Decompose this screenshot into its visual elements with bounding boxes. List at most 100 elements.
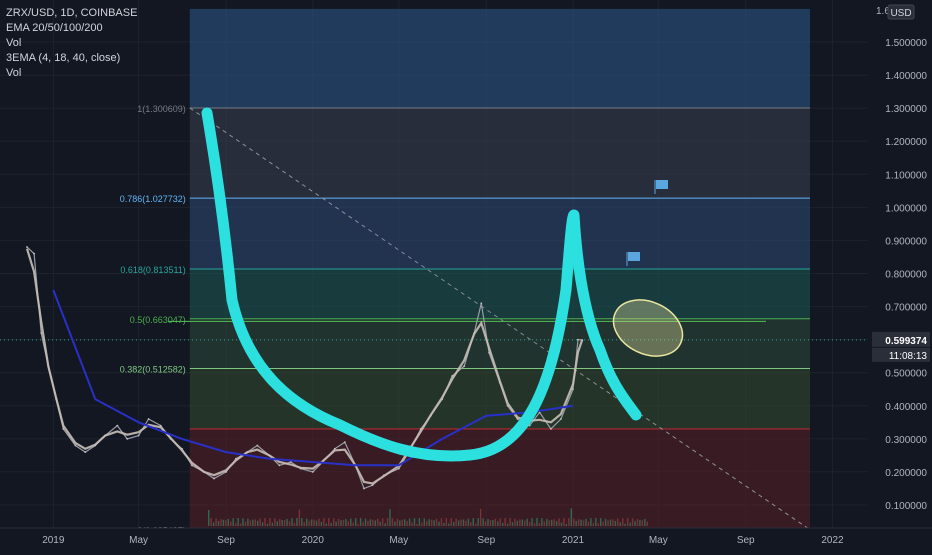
- volume-bar-76: [394, 521, 396, 526]
- volume-bar-178: [644, 518, 646, 526]
- volume-bar-14: [242, 518, 244, 526]
- volume-bar-15: [244, 521, 247, 526]
- volume-bar-154: [585, 518, 587, 526]
- volume-bar-80: [404, 519, 406, 526]
- price-point-52: [559, 418, 562, 420]
- volume-bar-160: [600, 518, 602, 526]
- volume-bar-114: [487, 519, 489, 526]
- volume-bar-64: [364, 518, 367, 526]
- volume-bar-98: [448, 523, 450, 526]
- volume-bar-164: [609, 519, 612, 526]
- volume-bar-33: [288, 521, 291, 526]
- legend-3ema[interactable]: 3EMA (4, 18, 40, close): [6, 51, 137, 66]
- volume-bar-39: [303, 522, 305, 526]
- volume-bar-122: [506, 523, 509, 526]
- volume-bar-57: [347, 521, 350, 526]
- volume-bar-29: [279, 519, 281, 526]
- volume-bar-69: [377, 518, 379, 526]
- countdown-label: 11:08:13: [889, 351, 928, 362]
- volume-bar-142: [555, 521, 558, 526]
- volume-bar-167: [617, 518, 619, 526]
- volume-bar-124: [511, 522, 514, 526]
- chart-svg[interactable]: 1(1.300609) 0.786(1.027732) 0.618(0.813511…: [0, 0, 932, 550]
- volume-bar-137: [543, 521, 546, 526]
- x-tick-label-6: 2021: [562, 535, 585, 546]
- volume-bar-105: [465, 520, 467, 526]
- volume-bar-95: [440, 518, 443, 526]
- fib-zone-1: [189, 107, 810, 199]
- volume-bar-46: [320, 522, 323, 526]
- volume-bar-129: [524, 520, 526, 526]
- volume-bar-10: [232, 518, 234, 526]
- volume-bar-35: [293, 522, 296, 526]
- volume-bar-117: [494, 519, 497, 526]
- volume-bar-86: [418, 518, 421, 526]
- y-tick-label-10: 1.100000: [885, 170, 927, 181]
- legend-vol[interactable]: Vol: [6, 36, 137, 51]
- volume-bar-153: [582, 520, 585, 526]
- volume-bar-1: [210, 518, 212, 526]
- volume-bar-141: [553, 519, 555, 526]
- volume-bar-119: [499, 518, 501, 526]
- volume-bar-43: [313, 519, 315, 526]
- x-tick-label-5: Sep: [477, 535, 495, 546]
- x-tick-label-1: May: [129, 535, 148, 546]
- volume-bar-81: [406, 520, 408, 526]
- y-tick-label-11: 1.200000: [885, 137, 927, 148]
- volume-bar-48: [325, 523, 327, 526]
- volume-bar-30: [281, 519, 283, 526]
- volume-bar-96: [443, 523, 445, 526]
- volume-bar-97: [445, 518, 448, 526]
- volume-bar-71: [381, 518, 384, 526]
- volume-bar-101: [455, 518, 457, 526]
- volume-bar-32: [286, 518, 288, 526]
- volume-bar-92: [433, 520, 435, 526]
- volume-bar-9: [230, 521, 232, 526]
- volume-bar-107: [470, 522, 472, 526]
- volume-bar-0: [208, 510, 210, 526]
- volume-bar-26: [271, 522, 274, 526]
- volume-bar-58: [350, 518, 352, 526]
- chart[interactable]: 1(1.300609) 0.786(1.027732) 0.618(0.813511…: [0, 0, 932, 550]
- legend-vol-2[interactable]: Vol: [6, 66, 137, 81]
- volume-bar-6: [222, 519, 225, 526]
- volume-bar-175: [636, 519, 639, 526]
- volume-bar-78: [399, 520, 401, 526]
- volume-bar-123: [509, 518, 511, 526]
- volume-bar-139: [548, 520, 550, 526]
- volume-bar-140: [551, 519, 553, 526]
- x-tick-label-2: Sep: [217, 535, 235, 546]
- legend-ema[interactable]: EMA 20/50/100/200: [6, 21, 137, 36]
- volume-bar-77: [396, 518, 399, 526]
- current-price-label: 0.599374: [885, 336, 927, 347]
- volume-bar-72: [384, 523, 386, 526]
- price-point-10: [116, 424, 119, 427]
- volume-bar-67: [372, 519, 374, 526]
- currency-label: USD: [890, 8, 911, 19]
- y-tick-label-7: 0.800000: [885, 270, 927, 281]
- volume-bar-47: [323, 518, 325, 526]
- y-tick-label-13: 1.400000: [885, 71, 927, 82]
- volume-bar-75: [391, 518, 394, 526]
- price-point-12: [137, 434, 140, 437]
- volume-bar-62: [359, 518, 362, 526]
- volume-bar-22: [261, 522, 264, 526]
- fib-zone-4: [189, 318, 810, 369]
- volume-bar-165: [612, 519, 614, 526]
- volume-bar-85: [416, 523, 418, 526]
- volume-bar-120: [502, 522, 504, 526]
- price-point-11: [126, 437, 129, 440]
- price-point-26: [289, 461, 292, 463]
- volume-bar-52: [335, 521, 337, 526]
- volume-bar-133: [533, 523, 536, 526]
- volume-bar-111: [479, 508, 482, 526]
- fib-zone-3: [189, 269, 810, 319]
- volume-bar-132: [531, 518, 533, 526]
- volume-bar-173: [631, 518, 634, 526]
- volume-bar-172: [629, 522, 631, 526]
- fib-zone-0: [189, 8, 810, 108]
- x-tick-label-4: May: [389, 535, 408, 546]
- legend-symbol[interactable]: ZRX/USD, 1D, COINBASE: [6, 6, 137, 21]
- volume-bar-161: [602, 521, 604, 526]
- fib-level-label-1: 0.786(1.027732): [120, 194, 186, 204]
